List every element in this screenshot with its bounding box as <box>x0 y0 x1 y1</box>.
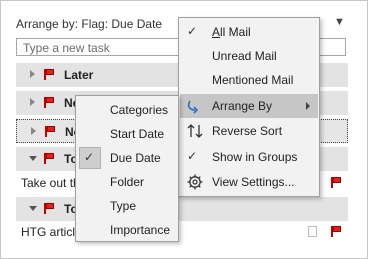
checkmark-icon: ✓ <box>84 150 95 164</box>
submenu-item-type[interactable]: Type <box>77 194 177 218</box>
flag-icon <box>45 126 55 137</box>
chevron-down-icon[interactable]: ▼ <box>334 16 345 28</box>
menu-item-label: Reverse Sort <box>212 124 283 138</box>
checkmark-icon: ✓ <box>187 149 198 163</box>
arrange-by-icon <box>187 100 199 114</box>
menu-item-unread-mail[interactable]: Unread Mail <box>180 44 318 68</box>
menu-item-all-mail[interactable]: ✓ All Mail <box>180 20 318 44</box>
menu-item-label: Importance <box>110 223 171 237</box>
submenu-item-folder[interactable]: Folder <box>77 170 177 194</box>
task-row[interactable]: HTG article <box>16 221 348 243</box>
submenu-item-categories[interactable]: Categories <box>77 98 177 122</box>
menu-item-label: Due Date <box>110 151 161 165</box>
menu-item-label: Categories <box>110 103 169 117</box>
flag-icon <box>44 97 54 108</box>
flag-icon[interactable] <box>331 226 341 237</box>
menu-item-label: Unread Mail <box>212 49 277 63</box>
menu-item-label: Arrange By <box>212 99 273 113</box>
menu-item-mentioned-mail[interactable]: Mentioned Mail <box>180 68 318 92</box>
menu-item-label: Show in Groups <box>212 150 298 164</box>
menu-item-reverse-sort[interactable]: Reverse Sort <box>180 119 318 143</box>
submenu-arrow-icon <box>306 102 310 110</box>
menu-item-label: Mentioned Mail <box>212 73 294 87</box>
view-context-menu: ✓ All Mail Unread Mail Mentioned Mail Ar… <box>178 17 320 197</box>
group-label: Later <box>64 68 94 82</box>
menu-item-show-in-groups[interactable]: ✓ Show in Groups <box>180 145 318 169</box>
submenu-item-start-date[interactable]: Start Date <box>77 122 177 146</box>
flag-icon <box>44 153 54 164</box>
flag-icon <box>44 203 54 214</box>
complete-checkbox[interactable] <box>308 226 317 237</box>
label-rest: ll Mail <box>220 25 251 39</box>
menu-item-label: All Mail <box>212 25 251 39</box>
submenu-item-importance[interactable]: Importance <box>77 218 177 242</box>
menu-item-label: Folder <box>110 175 145 189</box>
task-subject: Take out th <box>21 176 80 190</box>
menu-item-arrange-by[interactable]: Arrange By <box>180 94 318 118</box>
task-subject: HTG article <box>21 225 82 239</box>
menu-item-label: View Settings... <box>212 175 295 189</box>
menu-item-label: Start Date <box>110 127 165 141</box>
submenu-item-due-date[interactable]: ✓ Due Date <box>77 146 177 170</box>
group-header-tomorrow[interactable]: To <box>16 197 348 221</box>
gear-icon <box>187 174 203 190</box>
collapse-arrow-icon[interactable] <box>29 206 37 211</box>
menu-item-label: Type <box>110 199 137 213</box>
expand-arrow-icon[interactable] <box>31 127 36 135</box>
menu-item-view-settings[interactable]: View Settings... <box>180 170 318 194</box>
flag-icon <box>44 69 54 80</box>
reverse-sort-icon <box>187 124 203 138</box>
expand-arrow-icon[interactable] <box>30 98 35 106</box>
checkmark-icon: ✓ <box>187 24 198 38</box>
expand-arrow-icon[interactable] <box>30 70 35 78</box>
arrange-by-header[interactable]: Arrange by: Flag: Due Date <box>16 17 162 31</box>
flag-icon[interactable] <box>331 177 341 188</box>
collapse-arrow-icon[interactable] <box>29 156 37 161</box>
arrange-by-submenu: Categories Start Date ✓ Due Date Folder … <box>75 95 179 242</box>
